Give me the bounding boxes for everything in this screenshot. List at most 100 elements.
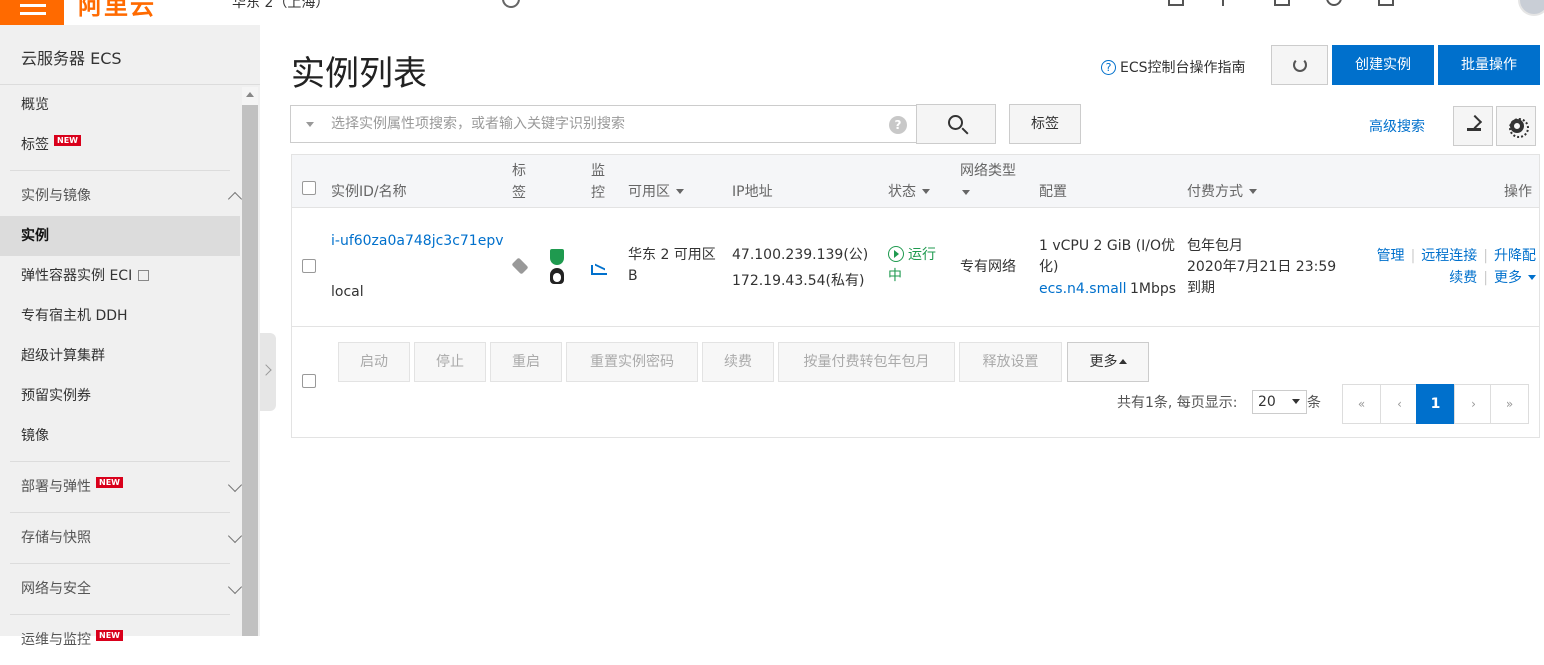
sidebar-collapse-toggle[interactable] xyxy=(260,333,276,411)
remote-connect-link[interactable]: 远程连接 xyxy=(1421,248,1477,264)
next-page-button[interactable]: › xyxy=(1454,384,1493,424)
sidebar-item-label: 弹性容器实例 ECI xyxy=(21,268,133,284)
release-settings-button[interactable]: 释放设置 xyxy=(959,342,1062,382)
renew-button[interactable]: 续费 xyxy=(702,342,774,382)
monitor-chart-icon[interactable] xyxy=(591,265,607,275)
sidebar-item-tags[interactable]: 标签 NEW xyxy=(0,125,240,165)
sidebar-item-eci[interactable]: 弹性容器实例 ECI xyxy=(0,256,240,296)
sidebar-item-label: 实例 xyxy=(21,228,49,244)
grid-icon[interactable] xyxy=(1378,0,1394,6)
row-checkbox[interactable] xyxy=(302,259,316,273)
caret-down-icon xyxy=(922,189,930,194)
column-zone[interactable]: 可用区 xyxy=(628,181,684,203)
more-button-label: 更多 xyxy=(1089,354,1118,370)
column-billing[interactable]: 付费方式 xyxy=(1187,181,1257,203)
config-type-link[interactable]: ecs.n4.small xyxy=(1039,279,1127,300)
row-actions: 管理 | 远程连接 | 升降配 xyxy=(1376,248,1536,264)
sidebar: 云服务器 ECS 概览 标签 NEW 实例与镜像 实例 弹性容器实例 ECI 专有… xyxy=(0,25,260,648)
settings-button[interactable] xyxy=(1496,106,1536,146)
sidebar-group-deployment[interactable]: 部署与弹性 NEW xyxy=(0,462,243,512)
search-help-icon[interactable]: ? xyxy=(889,116,907,134)
network-type: 专有网络 xyxy=(960,259,1016,275)
convert-billing-button[interactable]: 按量付费转包年包月 xyxy=(778,342,955,382)
document-icon[interactable] xyxy=(1222,0,1238,6)
menu-icon[interactable] xyxy=(0,0,64,25)
page-1-button[interactable]: 1 xyxy=(1416,384,1455,424)
export-button[interactable] xyxy=(1453,106,1493,146)
search-input[interactable] xyxy=(331,106,881,142)
sidebar-scrollbar-thumb[interactable] xyxy=(242,105,258,636)
batch-action-bar: 启动 停止 重启 重置实例密码 续费 按量付费转包年包月 释放设置 更多 共有1… xyxy=(292,328,1539,437)
restart-button[interactable]: 重启 xyxy=(490,342,562,382)
sidebar-item-label: 专有宿主机 DDH xyxy=(21,308,128,324)
region-selector[interactable]: 华东 2（上海） xyxy=(232,0,329,12)
first-page-button[interactable]: « xyxy=(1342,384,1381,424)
billing-type: 包年包月 xyxy=(1187,238,1243,254)
sidebar-item-label: 预留实例券 xyxy=(21,388,91,404)
sidebar-item-instances[interactable]: 实例 xyxy=(0,216,240,256)
sidebar-group-network[interactable]: 网络与安全 xyxy=(0,564,243,614)
table-row: i-uf60za0a748jc3c71epv local 华东 2 可用区 B … xyxy=(292,209,1539,327)
sidebar-group-storage[interactable]: 存储与快照 xyxy=(0,513,243,563)
search-button[interactable] xyxy=(916,104,996,144)
manage-link[interactable]: 管理 xyxy=(1377,248,1405,264)
renew-link[interactable]: 续费 xyxy=(1449,270,1477,286)
start-button[interactable]: 启动 xyxy=(338,342,410,382)
caret-up-icon xyxy=(1118,359,1127,364)
avatar[interactable] xyxy=(1518,0,1544,16)
more-actions-link[interactable]: 更多 xyxy=(1494,270,1536,286)
scroll-up-arrow-icon[interactable] xyxy=(246,92,254,97)
attribute-dropdown-icon[interactable] xyxy=(306,122,314,127)
sidebar-item-reserved-instances[interactable]: 预留实例券 xyxy=(0,376,240,416)
sidebar-group-label: 运维与监控 xyxy=(21,632,91,648)
help-icon[interactable] xyxy=(1326,0,1342,6)
aliyun-logo[interactable]: 阿里云 xyxy=(78,0,156,21)
sidebar-group-label: 网络与安全 xyxy=(21,581,91,597)
batch-operation-button[interactable]: 批量操作 xyxy=(1438,45,1540,85)
chevron-right-icon xyxy=(260,364,272,376)
column-status[interactable]: 状态 xyxy=(888,181,930,203)
refresh-icon xyxy=(1293,58,1307,72)
console-guide-link[interactable]: ? ECS控制台操作指南 xyxy=(1101,57,1246,77)
select-all-checkbox[interactable] xyxy=(302,181,316,195)
sidebar-item-overview[interactable]: 概览 xyxy=(0,85,240,125)
stop-button[interactable]: 停止 xyxy=(414,342,486,382)
column-id-name: 实例ID/名称 xyxy=(331,184,407,200)
column-network[interactable]: 网络类型 xyxy=(960,160,1022,204)
tag-filter-button[interactable]: 标签 xyxy=(1009,104,1081,144)
sidebar-group-label: 部署与弹性 xyxy=(21,479,91,495)
reset-password-button[interactable]: 重置实例密码 xyxy=(566,342,698,382)
table-header: 实例ID/名称 标签 监控 可用区 IP地址 状态 网络类型 配置 付费方式 操… xyxy=(292,155,1539,208)
tag-icon[interactable] xyxy=(511,257,529,275)
more-actions-label: 更多 xyxy=(1494,270,1522,286)
instance-id-link[interactable]: i-uf60za0a748jc3c71epv xyxy=(331,231,503,252)
cart-icon[interactable] xyxy=(1274,0,1290,6)
question-icon: ? xyxy=(1101,60,1116,75)
more-button[interactable]: 更多 xyxy=(1067,342,1149,382)
gear-icon xyxy=(1509,118,1529,138)
advanced-search-link[interactable]: 高级搜索 xyxy=(1369,116,1425,136)
sidebar-item-ddh[interactable]: 专有宿主机 DDH xyxy=(0,296,240,336)
column-config: 配置 xyxy=(1039,184,1067,200)
prev-page-button[interactable]: ‹ xyxy=(1380,384,1419,424)
sidebar-group-instances-images[interactable]: 实例与镜像 xyxy=(0,171,243,221)
sidebar-group-ops[interactable]: 运维与监控 NEW xyxy=(0,615,240,665)
search-icon[interactable] xyxy=(502,0,520,8)
running-icon xyxy=(888,246,904,262)
export-icon xyxy=(1467,117,1481,131)
upgrade-link[interactable]: 升降配 xyxy=(1494,248,1536,264)
message-icon[interactable] xyxy=(1168,0,1184,6)
create-instance-button[interactable]: 创建实例 xyxy=(1332,45,1434,85)
page-size-select[interactable]: 20 xyxy=(1252,390,1307,414)
billing-expiry: 2020年7月21日 23:59 到期 xyxy=(1187,259,1337,296)
last-page-button[interactable]: » xyxy=(1490,384,1529,424)
instance-name: local xyxy=(331,284,364,300)
sidebar-item-images[interactable]: 镜像 xyxy=(0,416,240,456)
sidebar-item-label: 标签 xyxy=(21,137,49,153)
sidebar-item-label: 超级计算集群 xyxy=(21,348,105,364)
instance-table: 实例ID/名称 标签 监控 可用区 IP地址 状态 网络类型 配置 付费方式 操… xyxy=(291,154,1540,438)
select-all-checkbox-bottom[interactable] xyxy=(302,374,316,388)
refresh-button[interactable] xyxy=(1271,45,1328,85)
config-bandwidth: 1Mbps xyxy=(1130,281,1177,297)
sidebar-item-scc[interactable]: 超级计算集群 xyxy=(0,336,240,376)
